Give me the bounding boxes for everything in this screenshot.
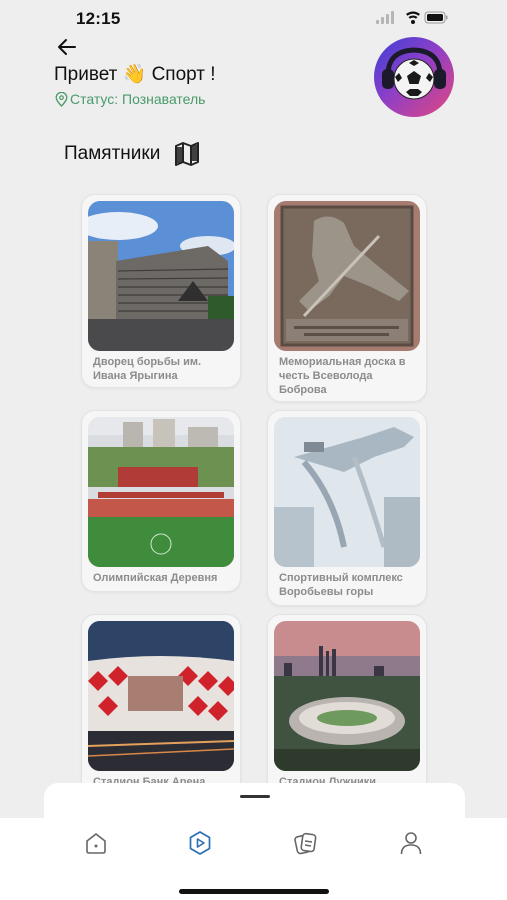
battery-icon [424,11,448,24]
monument-photo [274,201,420,351]
avatar[interactable] [374,37,454,117]
signal-icon [376,11,394,24]
home-indicator [179,889,329,894]
monument-photo [274,621,420,771]
user-status: Статус: Познаватель [55,91,205,107]
sheet-drag-handle[interactable] [240,795,270,798]
monument-photo [274,417,420,567]
monument-card[interactable]: Мемориальная доска в честь Всеволода Боб… [267,194,427,402]
monument-card[interactable]: Дворец борьбы им. Ивана Ярыгина [81,194,241,388]
monument-caption: Мемориальная доска в честь Всеволода Боб… [279,356,406,396]
tab-bar [0,818,507,900]
section-title: Памятники [64,143,161,164]
status-icons [376,11,448,24]
section-header: Памятники [64,142,200,166]
back-arrow-icon[interactable] [56,36,78,58]
monument-caption: Спортивный комплекс Воробьевы горы [279,572,403,598]
greeting-title: Привет 👋 Спорт ! [54,64,216,85]
soccer-ball-icon [382,47,446,100]
monument-photo [88,417,234,567]
profile-icon[interactable] [398,830,424,856]
monument-card[interactable]: Стадион Банк Арена [81,614,241,796]
wifi-icon [406,11,420,24]
monument-caption: Дворец борьбы им. Ивана Ярыгина [93,356,202,382]
map-icon[interactable] [174,142,200,166]
play-icon[interactable] [187,830,213,856]
monument-caption: Олимпийская Деревня [93,572,218,584]
monument-photo [88,201,234,351]
location-pin-icon [55,91,68,107]
monument-card[interactable]: Спортивный комплекс Воробьевы горы [267,410,427,606]
status-bar: 12:15 [0,0,507,36]
home-icon[interactable] [83,830,109,856]
monument-card[interactable]: Олимпийская Деревня [81,410,241,592]
bottom-sheet[interactable] [44,783,465,823]
cards-icon[interactable] [293,830,319,856]
status-time: 12:15 [76,9,121,28]
user-status-text: Статус: Познаватель [70,91,206,107]
monument-photo [88,621,234,771]
monument-card[interactable]: Стадион Лужники [267,614,427,796]
